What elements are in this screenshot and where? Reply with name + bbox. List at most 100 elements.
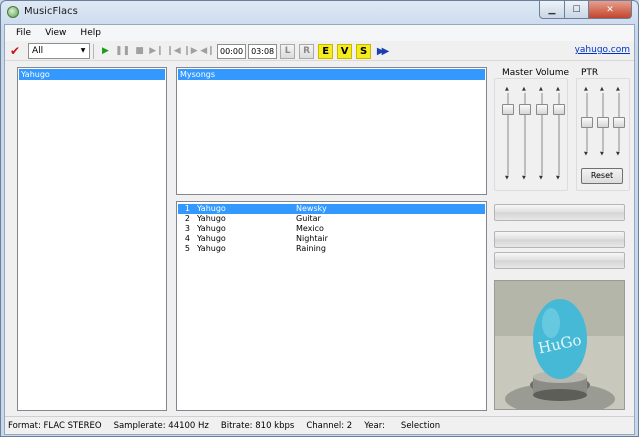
- left-channel-button[interactable]: L: [280, 43, 296, 59]
- arrow-up-icon: ▲: [600, 86, 604, 92]
- volume-slider[interactable]: ▲ ▼: [553, 86, 565, 182]
- previous-track-icon[interactable]: ❙◀: [166, 44, 181, 59]
- arrow-up-icon: ▲: [584, 86, 588, 92]
- menu-bar: File View Help: [5, 25, 634, 41]
- close-button[interactable]: ✕: [589, 1, 632, 19]
- status-bar: Format: FLAC STEREO Samplerate: 44100 Hz…: [5, 416, 634, 434]
- status-bitrate: Bitrate: 810 kbps: [220, 420, 295, 431]
- track-number: 5: [184, 244, 190, 253]
- track-artist: Yahugo: [197, 214, 226, 223]
- title-bar[interactable]: MusicFlacs ▁ ☐ ✕: [1, 1, 638, 23]
- play-icon[interactable]: ▶: [98, 44, 113, 59]
- track-number: 1: [184, 204, 190, 213]
- slider-thumb[interactable]: [553, 103, 565, 115]
- artist-list-item[interactable]: Yahugo: [19, 69, 165, 80]
- track-title: Guitar: [296, 214, 321, 223]
- filter-combobox[interactable]: All ▼: [28, 43, 90, 59]
- time-elapsed: 00:00: [217, 43, 247, 59]
- track-number: 3: [184, 224, 190, 233]
- slider-thumb[interactable]: [581, 116, 593, 128]
- website-link[interactable]: yahugo.com: [575, 45, 630, 55]
- stop-icon[interactable]: ■: [132, 44, 147, 59]
- track-artist: Yahugo: [197, 234, 226, 243]
- track-number: 2: [184, 214, 190, 223]
- ptr-group: PTR ▲ ▼ ▲ ▼ ▲ ▼ Reset: [576, 68, 632, 191]
- artist-list[interactable]: Yahugo: [17, 67, 167, 411]
- ptr-label: PTR: [581, 68, 599, 78]
- arrow-down-icon: ▼: [584, 151, 588, 157]
- track-row[interactable]: 3 Yahugo Mexico: [178, 224, 485, 234]
- right-channel-button[interactable]: R: [299, 43, 315, 59]
- menu-help[interactable]: Help: [73, 28, 108, 38]
- e-button[interactable]: E: [318, 43, 334, 59]
- minimize-icon: ▁: [548, 4, 556, 15]
- arrow-down-icon: ▼: [616, 151, 620, 157]
- menu-file[interactable]: File: [9, 28, 38, 38]
- arrow-down-icon: ▼: [556, 175, 560, 181]
- arrow-up-icon: ▲: [539, 86, 543, 92]
- cover-art: HuGo: [494, 280, 625, 410]
- status-selection: Selection: [400, 420, 441, 431]
- status-samplerate: Samplerate: 44100 Hz: [113, 420, 209, 431]
- menu-view[interactable]: View: [38, 28, 73, 38]
- app-icon: [7, 6, 19, 18]
- volume-slider[interactable]: ▲ ▼: [519, 86, 531, 182]
- track-row[interactable]: 4 Yahugo Nightair: [178, 234, 485, 244]
- reset-button[interactable]: Reset: [581, 168, 623, 184]
- close-icon: ✕: [606, 4, 614, 15]
- arrow-down-icon: ▼: [600, 151, 604, 157]
- toolbar-separator: [93, 43, 94, 59]
- ptr-slider[interactable]: ▲ ▼: [613, 86, 625, 158]
- track-number: 4: [184, 234, 190, 243]
- s-button[interactable]: S: [356, 43, 372, 59]
- track-title: Raining: [296, 244, 326, 253]
- maximize-button[interactable]: ☐: [565, 1, 589, 19]
- status-format: Format: FLAC STEREO: [8, 420, 102, 431]
- arrow-up-icon: ▲: [616, 86, 620, 92]
- track-row[interactable]: 2 Yahugo Guitar: [178, 214, 485, 224]
- slider-thumb[interactable]: [519, 103, 531, 115]
- arrow-up-icon: ▲: [556, 86, 560, 92]
- pause-icon[interactable]: ❚❚: [115, 44, 130, 59]
- slider-thumb[interactable]: [536, 103, 548, 115]
- v-button[interactable]: V: [337, 43, 353, 59]
- volume-slider[interactable]: ▲ ▼: [502, 86, 514, 182]
- caption-buttons: ▁ ☐ ✕: [539, 1, 632, 19]
- master-volume-group: Master Volume ▲ ▼ ▲ ▼ ▲ ▼ ▲ ▼: [494, 68, 570, 191]
- minimize-button[interactable]: ▁: [539, 1, 565, 19]
- slider-thumb[interactable]: [613, 116, 625, 128]
- album-list[interactable]: Mysongs: [176, 67, 487, 195]
- next-track-icon[interactable]: ▶❙: [149, 44, 164, 59]
- album-list-item[interactable]: Mysongs: [178, 69, 485, 80]
- status-channel: Channel: 2: [306, 420, 353, 431]
- client-area: File View Help ✔ All ▼ ▶ ❚❚ ■ ▶❙ ❙◀ ❙▶ ◀…: [4, 24, 635, 435]
- track-row[interactable]: 5 Yahugo Raining: [178, 244, 485, 254]
- track-title: Mexico: [296, 224, 324, 233]
- cover-art-image: HuGo: [495, 281, 624, 409]
- track-artist: Yahugo: [197, 244, 226, 253]
- track-title: Newsky: [296, 204, 327, 213]
- master-volume-label: Master Volume: [502, 68, 570, 78]
- track-list[interactable]: 1 Yahugo Newsky 2 Yahugo Guitar 3 Yahugo Mexico 4…: [176, 201, 487, 411]
- window-title: MusicFlacs: [24, 6, 78, 17]
- slider-thumb[interactable]: [502, 103, 514, 115]
- progress-bar-1[interactable]: [494, 204, 625, 221]
- filter-value: All: [32, 46, 44, 56]
- chevron-down-icon[interactable]: ▼: [77, 44, 89, 58]
- ptr-slider[interactable]: ▲ ▼: [597, 86, 609, 158]
- arrow-down-icon: ▼: [505, 175, 509, 181]
- track-artist: Yahugo: [197, 224, 226, 233]
- checkmark-icon[interactable]: ✔: [8, 44, 22, 59]
- arrow-up-icon: ▲: [505, 86, 509, 92]
- ptr-slider[interactable]: ▲ ▼: [581, 86, 593, 158]
- track-row[interactable]: 1 Yahugo Newsky: [178, 204, 485, 214]
- fast-forward-icon[interactable]: ▶▶: [374, 44, 389, 59]
- slider-thumb[interactable]: [597, 116, 609, 128]
- progress-bar-2[interactable]: [494, 231, 625, 248]
- arrow-down-icon: ▼: [539, 175, 543, 181]
- progress-bar-3[interactable]: [494, 252, 625, 269]
- step-back-icon[interactable]: ◀❙: [200, 44, 215, 59]
- volume-slider[interactable]: ▲ ▼: [536, 86, 548, 182]
- step-forward-icon[interactable]: ❙▶: [183, 44, 198, 59]
- status-year: Year:: [364, 420, 385, 431]
